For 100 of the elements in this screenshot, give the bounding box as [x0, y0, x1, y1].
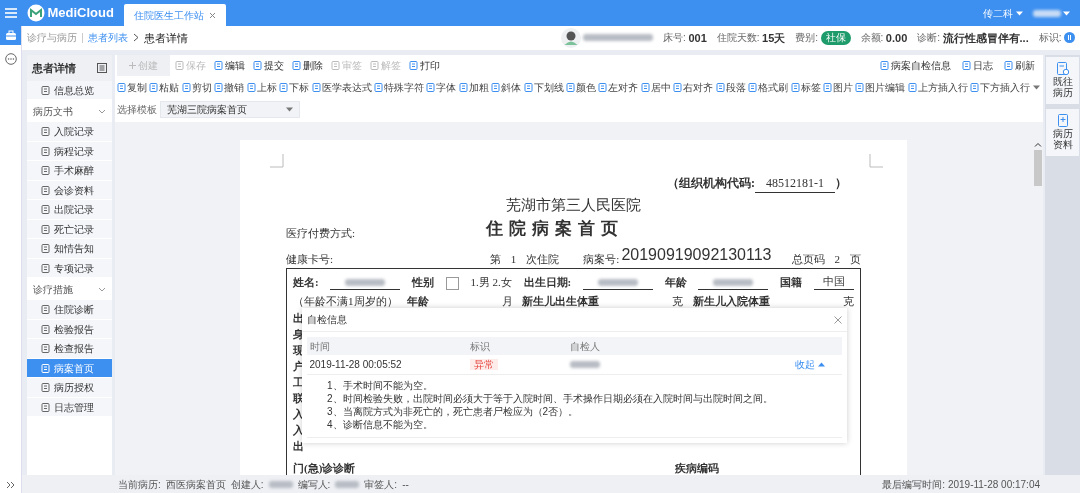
format-button[interactable]: 上方插入行: [907, 80, 968, 95]
caret-icon: [1015, 10, 1023, 16]
more-button[interactable]: [1032, 85, 1040, 90]
document-icon: [41, 305, 50, 315]
org-code-bracket: ）: [835, 175, 847, 193]
format-button[interactable]: 图片: [823, 80, 853, 95]
sidebar-item[interactable]: 入院记录: [27, 122, 112, 142]
document-icon: [41, 344, 50, 354]
expand-icon[interactable]: [5, 481, 16, 489]
column-header: 自检人: [569, 339, 600, 354]
scroll-thumb[interactable]: [1033, 150, 1042, 187]
toolbar-button[interactable]: 刷新: [1000, 58, 1038, 74]
caret-icon: [285, 106, 293, 112]
field-label: 床号:: [663, 31, 686, 46]
toolbar-button[interactable]: 打印: [406, 58, 443, 74]
sidebar-item[interactable]: 信息总览: [27, 80, 112, 101]
sidebar-item[interactable]: 会诊资料: [27, 180, 112, 201]
format-button[interactable]: 医学表达式: [311, 80, 372, 95]
sidebar-item[interactable]: 出院记录: [27, 200, 112, 220]
toolbar-button[interactable]: 病案自检信息: [876, 58, 954, 74]
app-tab[interactable]: 住院医生工作站: [123, 4, 226, 26]
status-value: 西医病案首页: [165, 477, 226, 492]
side-panel-button[interactable]: 既往病历: [1046, 56, 1079, 104]
format-button[interactable]: 加粗: [458, 80, 489, 95]
breadcrumb-link[interactable]: 患者列表: [88, 30, 128, 46]
sidebar-item[interactable]: 手术麻醉: [27, 161, 112, 181]
document-icon: [673, 83, 683, 92]
template-select[interactable]: 芜湖三院病案首页: [159, 100, 300, 118]
chevron-icon: [133, 33, 139, 43]
document-icon: [961, 61, 971, 71]
format-button[interactable]: 下划线: [523, 80, 564, 95]
toolbar-button[interactable]: 提交: [250, 58, 287, 74]
format-button[interactable]: 上标: [246, 80, 277, 95]
sidebar-item[interactable]: 检验报告: [27, 319, 112, 340]
format-button[interactable]: 字体: [426, 80, 457, 95]
document-icon: [523, 83, 533, 92]
status-label: 当前病历:: [118, 477, 161, 492]
document-icon: [907, 83, 917, 92]
sidebar-item[interactable]: 专项记录: [27, 258, 112, 279]
more-icon[interactable]: [4, 53, 17, 65]
format-button[interactable]: 撤销: [214, 80, 245, 95]
field-label: 住院天数:: [716, 31, 760, 46]
field-label: 余额:: [860, 31, 884, 46]
format-button[interactable]: 图片编辑: [855, 80, 906, 95]
document-icon: [970, 83, 980, 92]
sidebar-item[interactable]: 病程记录: [27, 141, 112, 162]
format-button[interactable]: 下方插入行: [970, 80, 1031, 95]
close-icon[interactable]: [834, 315, 842, 324]
format-button[interactable]: 标签: [790, 80, 821, 95]
info-text: 次住院: [526, 251, 560, 267]
format-button[interactable]: 下标: [279, 80, 310, 95]
sidebar-item[interactable]: 病历授权: [27, 378, 112, 398]
status-dot-icon: [1064, 32, 1075, 44]
error-message: 4、诊断信息不能为空。: [327, 418, 434, 432]
side-panel-button[interactable]: 病历资料: [1046, 108, 1079, 156]
checkbox-field[interactable]: [445, 277, 459, 291]
info-text: 1: [510, 251, 517, 267]
close-icon[interactable]: [208, 11, 216, 19]
format-button[interactable]: 居中: [640, 80, 671, 95]
toolbar-button[interactable]: 编辑: [211, 58, 248, 74]
document-icon: [41, 166, 50, 176]
toolbar-button[interactable]: 删除: [289, 58, 326, 74]
blurred-text: [345, 278, 386, 286]
collapse-link[interactable]: 收起: [795, 357, 825, 373]
status-text: 最后编写时间: 2019-11-28 00:17:04: [882, 477, 1040, 492]
error-message: 3、当离院方式为非死亡的，死亡患者尸检应为（2否）。: [327, 405, 580, 419]
sidebar-item[interactable]: 检查报告: [27, 339, 112, 359]
sidebar-item[interactable]: 知情告知: [27, 239, 112, 259]
document-clock-icon: [1056, 61, 1069, 76]
corner-mark: [869, 154, 883, 169]
plus-icon: [129, 62, 136, 70]
document-icon: [214, 83, 224, 92]
document-plus-icon: [1056, 113, 1069, 128]
toolbar-button[interactable]: 日志: [958, 58, 996, 74]
list-icon[interactable]: [97, 62, 107, 73]
format-button[interactable]: 格式刷: [748, 80, 789, 95]
sidebar-item[interactable]: 日志管理: [27, 397, 112, 418]
column-header: 时间: [309, 339, 331, 354]
scroll-up-icon[interactable]: [1033, 142, 1042, 148]
format-button[interactable]: 复制: [117, 80, 147, 95]
document-icon: [458, 83, 468, 92]
fee-type-badge: 社保: [820, 30, 851, 45]
format-button[interactable]: 粘贴: [149, 80, 180, 95]
form-label: 姓名:: [293, 274, 319, 290]
user-dropdown[interactable]: [1032, 9, 1070, 17]
sidebar-item[interactable]: 死亡记录: [27, 219, 112, 240]
format-button[interactable]: 特殊字符: [373, 80, 424, 95]
document-icon: [181, 83, 191, 92]
form-text: （年龄不满1周岁的）: [293, 293, 398, 309]
sidebar-item[interactable]: 住院诊断: [27, 300, 112, 320]
form-text: 克: [672, 293, 684, 309]
format-button[interactable]: 剪切: [181, 80, 212, 95]
document-icon: [279, 83, 289, 92]
format-button[interactable]: 段落: [715, 80, 746, 95]
format-button[interactable]: 斜体: [491, 80, 522, 95]
format-button[interactable]: 左对齐: [598, 80, 639, 95]
status-label: 创建人:: [230, 477, 264, 492]
format-button[interactable]: 右对齐: [673, 80, 714, 95]
format-button[interactable]: 颜色: [566, 80, 597, 95]
briefcase-icon[interactable]: [4, 30, 17, 41]
